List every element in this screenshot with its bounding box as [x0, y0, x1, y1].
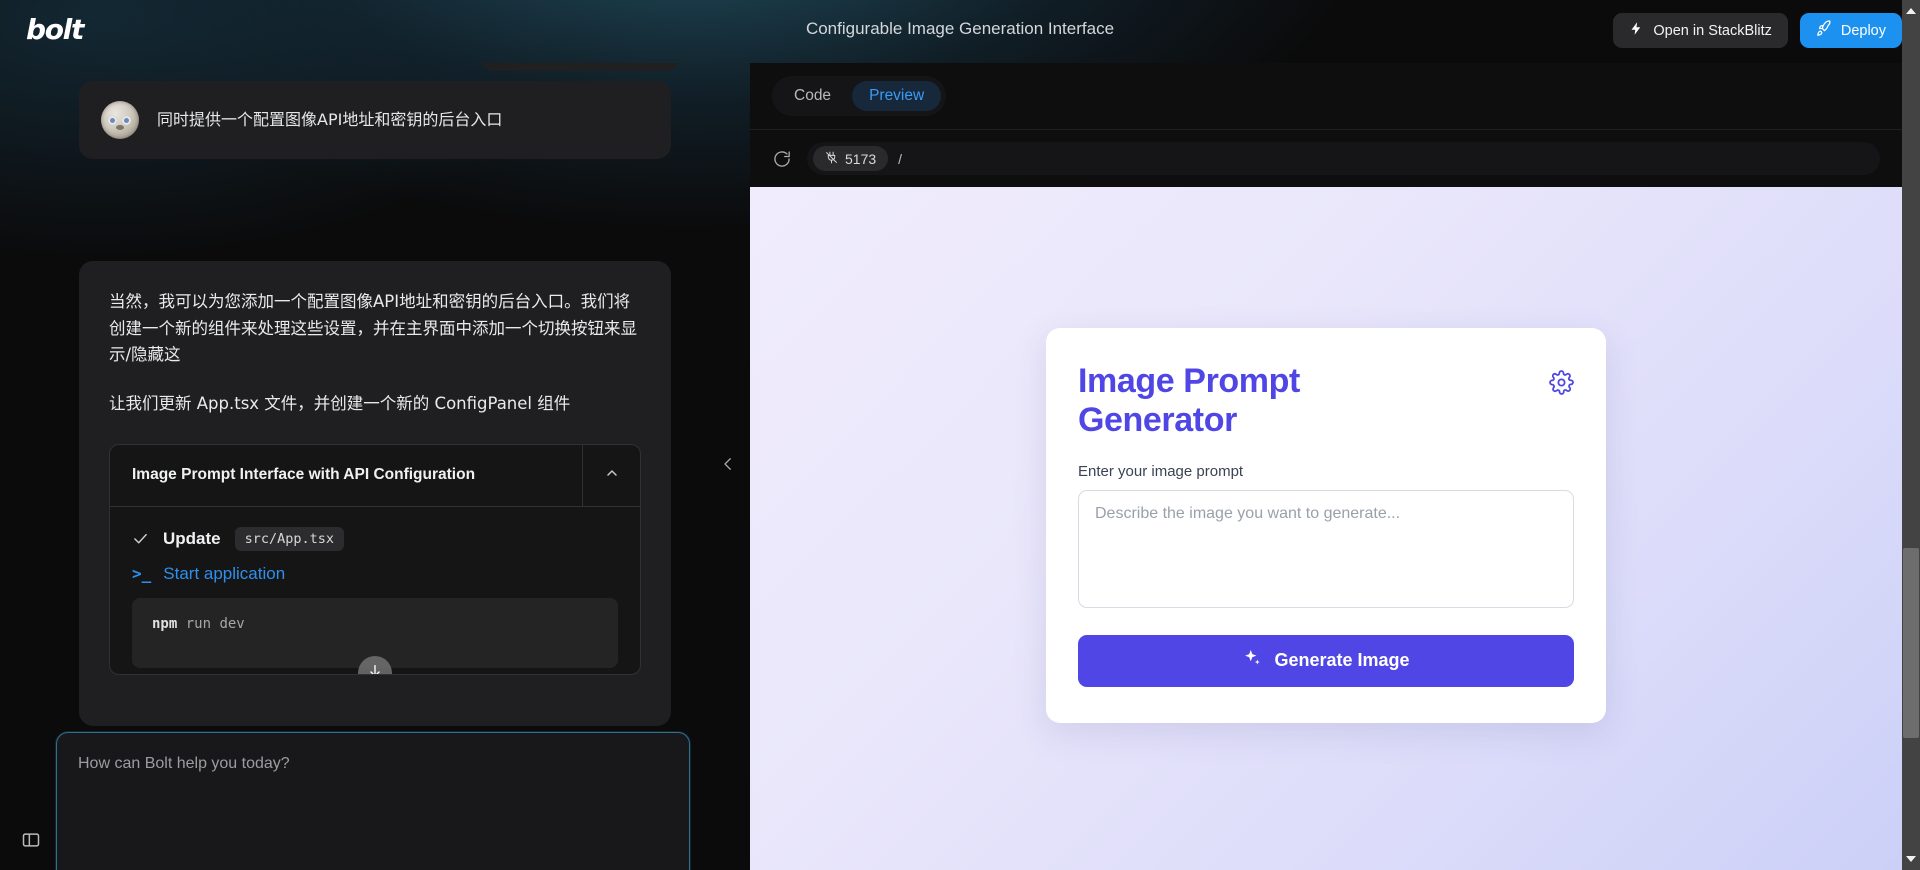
assistant-paragraph-1: 当然，我可以为您添加一个配置图像API地址和密钥的后台入口。我们将创建一个新的组… [109, 289, 641, 369]
scrollbar-down-arrow[interactable] [1902, 850, 1920, 868]
scrollbar-thumb[interactable] [1903, 548, 1919, 738]
image-prompt-generator-card: Image Prompt Generator Enter your image … [1046, 328, 1606, 723]
artifact-card: Image Prompt Interface with API Configur… [109, 444, 641, 675]
tab-preview[interactable]: Preview [852, 81, 941, 111]
preview-iframe: Image Prompt Generator Enter your image … [750, 187, 1902, 870]
workbench-tabbar: Code Preview [750, 63, 1902, 130]
action-verb: Update [163, 529, 221, 549]
plug-icon [825, 151, 838, 167]
scrollbar-up-arrow[interactable] [1902, 2, 1920, 20]
url-path: / [898, 151, 902, 167]
lightning-bolt-icon [1629, 20, 1644, 41]
url-input[interactable]: 5173 / [807, 142, 1880, 175]
chevron-left-icon [719, 455, 737, 478]
bolt-app-window: bolt Configurable Image Generation Inter… [0, 0, 1920, 870]
generate-image-label: Generate Image [1274, 650, 1409, 671]
artifact-action-update-file[interactable]: Update src/App.tsx [132, 527, 618, 551]
panel-collapse-handle[interactable] [705, 63, 750, 870]
chat-message-user: 同时提供一个配置图像API地址和密钥的后台入口 [79, 81, 671, 159]
sidebar-toggle-button[interactable] [14, 825, 48, 859]
header-actions: Open in StackBlitz Deploy [1613, 13, 1902, 48]
generate-image-button[interactable]: Generate Image [1078, 635, 1574, 687]
command-keyword: npm [152, 616, 177, 632]
check-icon [132, 530, 149, 547]
artifact-header: Image Prompt Interface with API Configur… [110, 445, 640, 507]
deploy-label: Deploy [1841, 23, 1886, 39]
generator-card-header: Image Prompt Generator [1078, 362, 1574, 439]
artifact-action-start-application[interactable]: >_ Start application [132, 564, 618, 584]
user-message-text: 同时提供一个配置图像API地址和密钥的后台入口 [157, 108, 502, 133]
artifact-collapse-button[interactable] [582, 445, 640, 506]
browser-scrollbar[interactable] [1902, 0, 1920, 870]
view-switcher: Code Preview [772, 76, 946, 116]
chat-input-placeholder: How can Bolt help you today? [78, 755, 290, 773]
scrolled-message-stub [480, 63, 680, 71]
action-shell-label: Start application [163, 564, 285, 584]
prompt-field-label: Enter your image prompt [1078, 463, 1574, 480]
open-in-stackblitz-label: Open in StackBlitz [1653, 23, 1771, 39]
generator-title: Image Prompt Generator [1078, 362, 1388, 439]
artifact-command-block: npm run dev [132, 598, 618, 668]
port-chip[interactable]: 5173 [813, 146, 888, 171]
chevron-up-icon [604, 465, 620, 486]
prompt-textarea[interactable] [1078, 490, 1574, 608]
deploy-button[interactable]: Deploy [1800, 13, 1902, 48]
assistant-paragraph-2: 让我们更新 App.tsx 文件，并创建一个新的 ConfigPanel 组件 [109, 391, 641, 418]
command-arguments: run dev [186, 616, 245, 632]
workbench-panel: Code Preview 5173 / Image Pro [750, 63, 1902, 870]
scroll-to-bottom-button[interactable] [358, 656, 392, 675]
port-number: 5173 [845, 151, 876, 167]
avatar [101, 101, 139, 139]
rocket-icon [1816, 20, 1833, 41]
artifact-title[interactable]: Image Prompt Interface with API Configur… [110, 445, 582, 506]
chat-panel: 同时提供一个配置图像API地址和密钥的后台入口 当然，我可以为您添加一个配置图像… [0, 63, 750, 870]
settings-gear-button[interactable] [1549, 370, 1574, 400]
preview-urlbar: 5173 / [750, 130, 1902, 187]
panel-left-icon [21, 830, 41, 855]
arrow-down-icon [367, 663, 383, 675]
open-in-stackblitz-button[interactable]: Open in StackBlitz [1613, 13, 1787, 48]
gear-icon [1549, 382, 1574, 399]
sparkles-icon [1242, 648, 1263, 674]
app-header: bolt Configurable Image Generation Inter… [0, 0, 1920, 63]
chat-message-assistant: 当然，我可以为您添加一个配置图像API地址和密钥的后台入口。我们将创建一个新的组… [79, 261, 671, 726]
artifact-body: Update src/App.tsx >_ Start application … [110, 507, 640, 674]
chat-input-box[interactable]: How can Bolt help you today? [56, 732, 690, 870]
action-file-path[interactable]: src/App.tsx [235, 527, 344, 551]
refresh-icon[interactable] [772, 149, 792, 169]
tab-code[interactable]: Code [777, 81, 848, 111]
terminal-prompt-icon: >_ [132, 564, 151, 583]
